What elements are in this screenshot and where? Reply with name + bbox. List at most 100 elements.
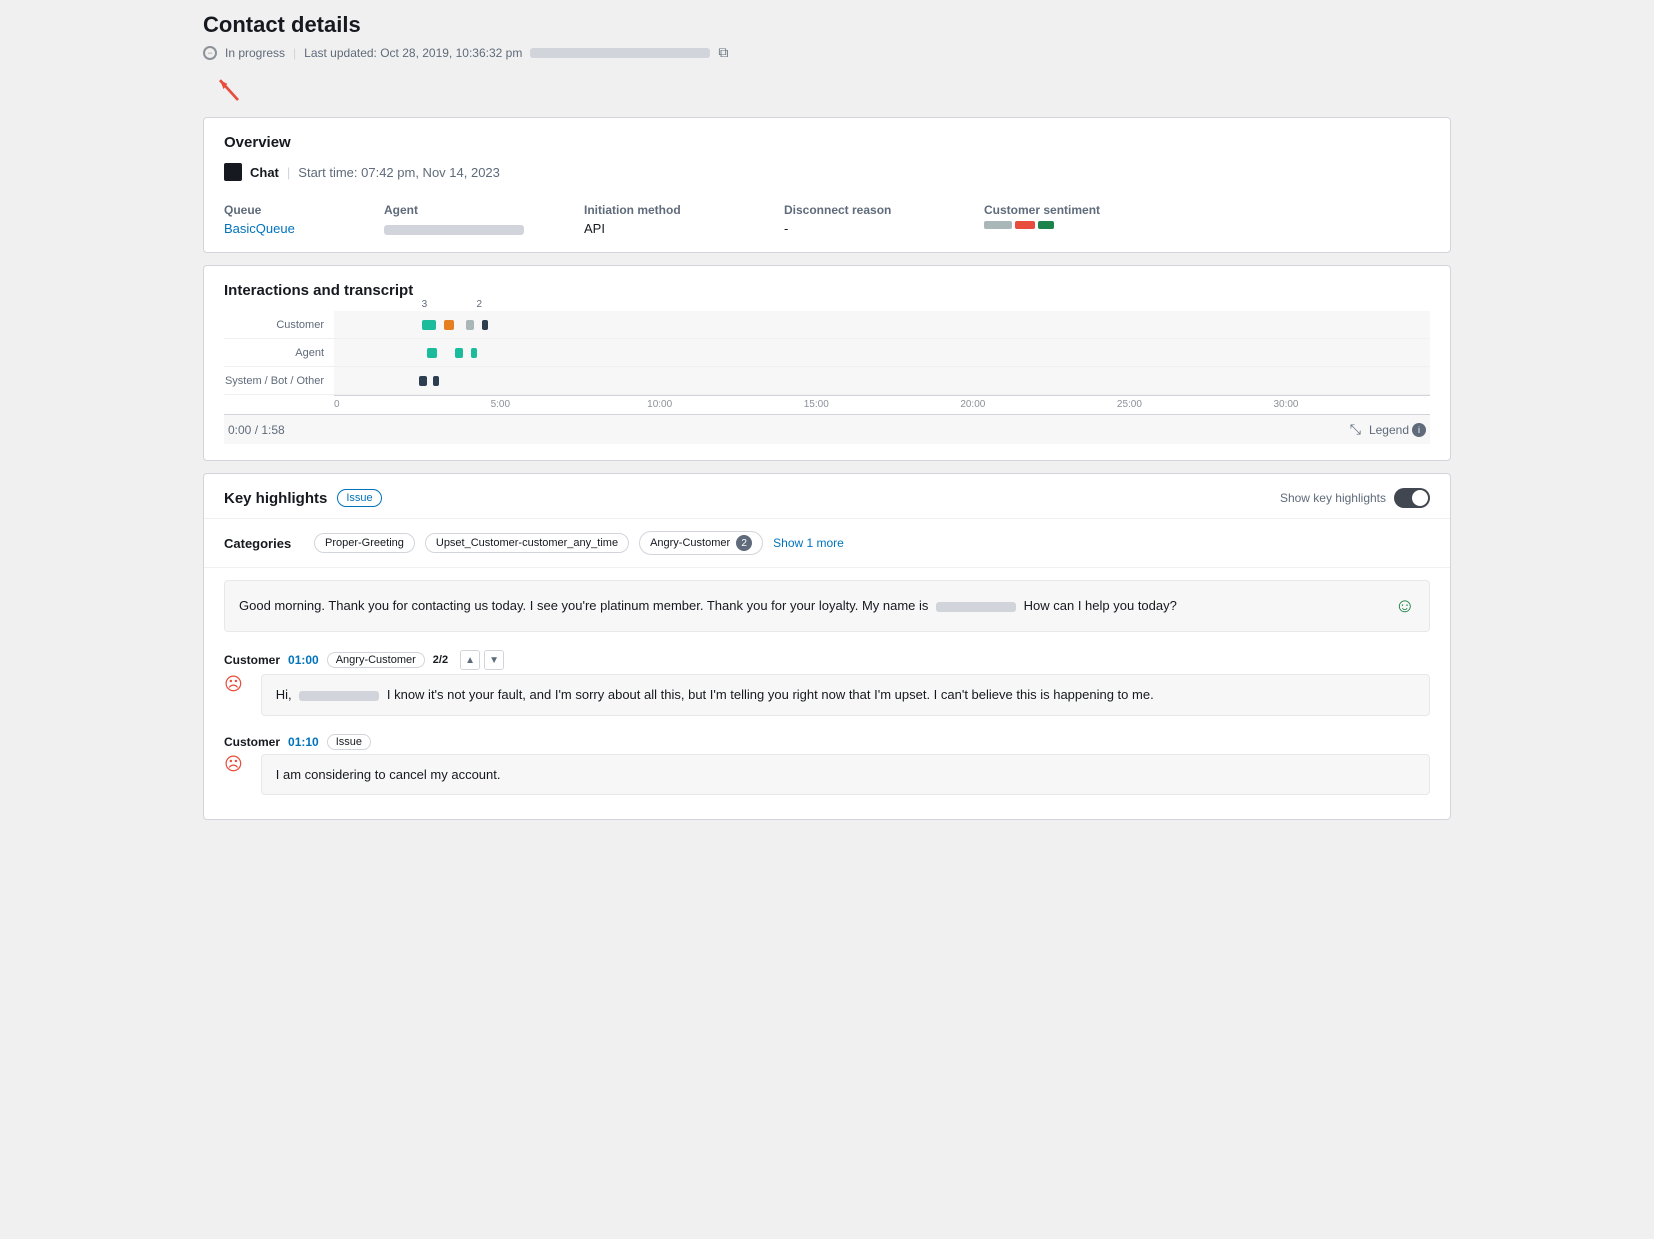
- show-more-link[interactable]: Show 1 more: [773, 536, 844, 550]
- category-tag-2-name: Angry-Customer: [650, 537, 730, 549]
- angry-row-1: ☹ Hi, I know it's not your fault, and I'…: [224, 674, 1430, 716]
- disconnect-value: -: [784, 221, 984, 236]
- timeline-label-customer: Customer: [224, 319, 334, 331]
- axis-label-25: 25:00: [1117, 399, 1274, 410]
- meta-row-customer-1: Customer 01:00 Angry-Customer 2/2 ▲ ▼: [224, 644, 1430, 674]
- agent-message-1-text: Good morning. Thank you for contacting u…: [239, 596, 1383, 616]
- sentiment-seg-positive: [1038, 221, 1054, 229]
- seg-sys-1: [419, 376, 427, 386]
- axis-label-10: 10:00: [647, 399, 804, 410]
- seg-customer-2: [444, 320, 454, 330]
- seg-customer-1: [422, 320, 436, 330]
- sentiment-bar: [984, 221, 1224, 229]
- category-tag-0: Proper-Greeting: [314, 533, 415, 553]
- angry-sentiment-icon-2: ☹: [224, 754, 243, 775]
- interactions-card: Interactions and transcript Customer 3 2: [203, 265, 1451, 461]
- seg-agent-2: [455, 348, 463, 358]
- interactions-title: Interactions and transcript: [224, 282, 1430, 299]
- marker-3: 3: [422, 299, 428, 310]
- sentiment-col: Customer sentiment: [984, 203, 1224, 236]
- axis-label-5: 5:00: [491, 399, 648, 410]
- timeline-track-system: [334, 367, 1430, 394]
- angry-sentiment-icon-1: ☹: [224, 674, 243, 695]
- category-tag-1: Upset_Customer-customer_any_time: [425, 533, 629, 553]
- disconnect-col: Disconnect reason -: [784, 203, 984, 236]
- highlights-section: Key highlights Issue Show key highlights…: [203, 473, 1451, 820]
- chat-label: Chat: [250, 165, 279, 180]
- timeline-track-agent: [334, 339, 1430, 366]
- playback-bar: 0:00 / 1:58 ⤡ Legend i: [224, 414, 1430, 444]
- transcript-area: Good morning. Thank you for contacting u…: [204, 568, 1450, 819]
- legend-button[interactable]: Legend i: [1369, 423, 1426, 437]
- timeline-label-agent: Agent: [224, 347, 334, 359]
- initiation-value: API: [584, 221, 784, 236]
- legend-label: Legend: [1369, 423, 1409, 437]
- overview-card: Overview Chat | Start time: 07:42 pm, No…: [203, 117, 1451, 253]
- in-progress-icon: −: [203, 46, 217, 60]
- meta-tag-angry: Angry-Customer: [327, 652, 425, 668]
- timeline-row-customer: Customer 3 2: [224, 311, 1430, 339]
- show-highlights-toggle[interactable]: [1394, 488, 1430, 508]
- queue-col: Queue BasicQueue: [224, 203, 384, 236]
- count-badge: 2/2: [433, 654, 448, 666]
- agent-message-1: Good morning. Thank you for contacting u…: [224, 580, 1430, 632]
- nav-arrows: ▲ ▼: [460, 650, 504, 670]
- agent-col: Agent: [384, 203, 584, 236]
- axis-label-0: 0: [334, 399, 491, 410]
- agent-name-blur: [384, 225, 524, 235]
- copy-icon[interactable]: ⧉: [718, 44, 728, 61]
- red-arrow-icon: [211, 73, 247, 109]
- customer-message-1: Hi, I know it's not your fault, and I'm …: [261, 674, 1430, 716]
- chat-icon: [224, 163, 242, 181]
- seg-agent-3: [471, 348, 477, 358]
- timeline-row-agent: Agent: [224, 339, 1430, 367]
- seg-sys-2: [433, 376, 439, 386]
- playback-right: ⤡ Legend i: [1350, 421, 1426, 438]
- agent-name-blur-message: [936, 602, 1016, 612]
- agent-label: Agent: [384, 203, 584, 217]
- meta-time-customer-1: 01:00: [288, 653, 319, 667]
- timeline-row-system: System / Bot / Other: [224, 367, 1430, 395]
- toggle-knob: [1412, 490, 1428, 506]
- annotation-arrow: [211, 73, 1451, 113]
- meta-tag-issue: Issue: [327, 734, 371, 750]
- last-updated: Last updated: Oct 28, 2019, 10:36:32 pm: [304, 46, 522, 60]
- page-container: Contact details − In progress | Last upd…: [187, 0, 1467, 844]
- sentiment-seg-neutral: [984, 221, 1012, 229]
- highlights-right: Show key highlights: [1280, 488, 1430, 508]
- meta-time-customer-2: 01:10: [288, 735, 319, 749]
- message-block-customer-2: ☹ I am considering to cancel my account.: [224, 754, 1430, 796]
- overview-title: Overview: [224, 134, 1430, 151]
- disconnect-label: Disconnect reason: [784, 203, 984, 217]
- positive-sentiment-icon: ☺: [1395, 591, 1415, 621]
- show-key-highlights-label: Show key highlights: [1280, 491, 1386, 505]
- timeline-axis: 0 5:00 10:00 15:00 20:00 25:00 30:00: [334, 395, 1430, 410]
- highlights-title: Key highlights: [224, 490, 327, 507]
- seg-customer-3: [466, 320, 474, 330]
- page-title: Contact details: [203, 12, 1451, 38]
- highlights-header: Key highlights Issue Show key highlights: [204, 474, 1450, 519]
- initiation-label: Initiation method: [584, 203, 784, 217]
- meta-who-customer-1: Customer: [224, 653, 280, 667]
- nav-arrow-up[interactable]: ▲: [460, 650, 480, 670]
- overview-grid: Queue BasicQueue Agent Initiation method…: [224, 203, 1430, 236]
- initiation-col: Initiation method API: [584, 203, 784, 236]
- category-tag-2: Angry-Customer 2: [639, 531, 763, 555]
- axis-label-30: 30:00: [1273, 399, 1430, 410]
- seg-agent-1: [427, 348, 437, 358]
- nav-arrow-down[interactable]: ▼: [484, 650, 504, 670]
- timeline-track-customer: 3 2: [334, 311, 1430, 338]
- queue-label: Queue: [224, 203, 384, 217]
- start-time: Start time: 07:42 pm, Nov 14, 2023: [298, 165, 500, 180]
- chat-row: Chat | Start time: 07:42 pm, Nov 14, 202…: [224, 163, 1430, 189]
- status-label: In progress: [225, 46, 285, 60]
- angry-row-2: ☹ I am considering to cancel my account.: [224, 754, 1430, 796]
- queue-value[interactable]: BasicQueue: [224, 221, 295, 236]
- sentiment-label: Customer sentiment: [984, 203, 1224, 217]
- info-icon: i: [1412, 423, 1426, 437]
- timeline-label-system: System / Bot / Other: [224, 375, 334, 387]
- playback-time: 0:00 / 1:58: [228, 423, 285, 437]
- share-icon[interactable]: ⤡: [1350, 421, 1361, 438]
- status-divider: |: [293, 46, 296, 60]
- agent-value: [384, 221, 584, 236]
